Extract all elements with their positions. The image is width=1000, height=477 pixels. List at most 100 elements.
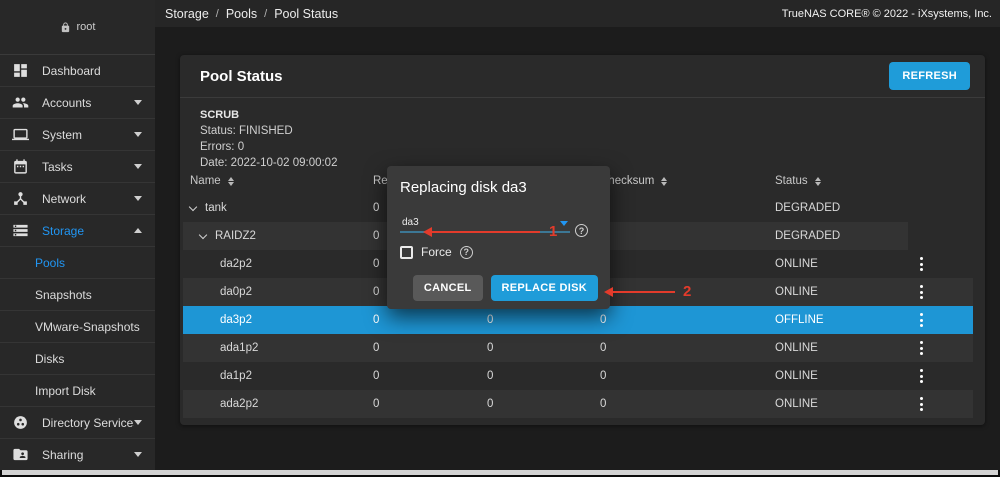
sidebar-item-disks[interactable]: Disks — [0, 343, 155, 375]
sidebar-item-label: Pools — [12, 256, 142, 270]
sidebar-item-label: Accounts — [42, 96, 134, 110]
refresh-button[interactable]: REFRESH — [889, 62, 970, 90]
network-icon — [12, 190, 29, 207]
user-label: root — [77, 21, 96, 33]
row-name: da1p2 — [220, 362, 252, 390]
cancel-button[interactable]: CANCEL — [413, 275, 483, 301]
breadcrumb-pools[interactable]: Pools — [226, 7, 257, 21]
annotation-step-2: 2 — [683, 283, 691, 300]
sidebar-item-accounts[interactable]: Accounts — [0, 87, 155, 119]
dropdown-caret-icon[interactable] — [560, 221, 568, 226]
row-checksum: 0 — [600, 362, 606, 390]
scrub-errors: Errors: 0 — [200, 139, 965, 155]
row-checksum: 0 — [600, 334, 606, 362]
tasks-icon — [12, 158, 29, 175]
sort-icon[interactable] — [661, 177, 667, 186]
sidebar-item-label: VMware-Snapshots — [12, 320, 142, 334]
sidebar-item-directory-services[interactable]: Directory Services — [0, 407, 155, 439]
row-write: 0 — [487, 390, 493, 418]
table-row-ada1p2[interactable]: ada1p2 0 0 0 ONLINE — [183, 334, 973, 362]
breadcrumb-pool-status: Pool Status — [274, 7, 338, 21]
lock-icon — [60, 22, 71, 33]
sidebar-item-system[interactable]: System — [0, 119, 155, 151]
table-row-da3p2[interactable]: da3p2 0 0 0 OFFLINE — [183, 306, 973, 334]
sort-icon[interactable] — [815, 177, 821, 186]
dialog-title: Replacing disk da3 — [400, 179, 598, 196]
chevron-down-icon — [134, 420, 142, 425]
column-header-status[interactable]: Status — [775, 175, 808, 187]
row-name: RAIDZ2 — [215, 230, 256, 242]
sidebar-item-label: Sharing — [42, 448, 134, 462]
sidebar-item-network[interactable]: Network — [0, 183, 155, 215]
sidebar-item-vmware-snapshots[interactable]: VMware-Snapshots — [0, 311, 155, 343]
chevron-down-icon — [134, 196, 142, 201]
page-title: Pool Status — [200, 68, 283, 85]
sidebar-item-label: Import Disk — [12, 384, 142, 398]
row-actions-kebab-icon[interactable] — [911, 278, 931, 306]
scrub-status: Status: FINISHED — [200, 123, 965, 139]
chevron-down-icon[interactable] — [189, 202, 197, 210]
system-icon — [12, 126, 29, 143]
row-actions-kebab-icon[interactable] — [911, 306, 931, 334]
sidebar-item-import-disk[interactable]: Import Disk — [0, 375, 155, 407]
sidebar-item-label: Network — [42, 192, 134, 206]
sort-icon[interactable] — [228, 177, 234, 186]
sidebar-user[interactable]: root — [0, 0, 155, 55]
row-write: 0 — [487, 334, 493, 362]
breadcrumb-separator: / — [216, 8, 219, 20]
dialog-actions: CANCEL REPLACE DISK — [413, 275, 598, 301]
row-checksum: 0 — [600, 306, 606, 334]
chevron-down-icon — [134, 132, 142, 137]
chevron-down-icon[interactable] — [199, 230, 207, 238]
sidebar-item-label: Directory Services — [42, 416, 134, 430]
card-header: Pool Status REFRESH — [180, 55, 985, 98]
row-write: 0 — [487, 306, 493, 334]
force-option: Force ? — [400, 245, 598, 259]
sidebar-item-tasks[interactable]: Tasks — [0, 151, 155, 183]
chevron-down-icon — [134, 164, 142, 169]
table-row-ada2p2[interactable]: ada2p2 0 0 0 ONLINE — [183, 390, 973, 418]
sidebar-item-storage[interactable]: Storage — [0, 215, 155, 247]
row-name: ada2p2 — [220, 390, 258, 418]
status-badge: DEGRADED — [775, 194, 840, 222]
sidebar-item-label: Tasks — [42, 160, 134, 174]
row-actions-kebab-icon[interactable] — [911, 250, 931, 278]
breadcrumb-storage[interactable]: Storage — [165, 7, 209, 21]
topbar: Storage / Pools / Pool Status TrueNAS CO… — [155, 0, 1000, 27]
row-read: 0 — [373, 306, 379, 334]
chevron-down-icon — [134, 100, 142, 105]
sidebar-item-sharing[interactable]: Sharing — [0, 439, 155, 470]
chevron-down-icon — [134, 452, 142, 457]
sidebar: root Dashboard Accounts System Tasks — [0, 0, 155, 470]
row-read: 0 — [373, 278, 379, 306]
brand-text: TrueNAS CORE® © 2022 - iXsystems, Inc. — [782, 8, 992, 20]
replace-disk-button[interactable]: REPLACE DISK — [491, 275, 599, 301]
force-checkbox[interactable] — [400, 246, 413, 259]
row-actions-kebab-icon[interactable] — [911, 334, 931, 362]
row-read: 0 — [373, 362, 379, 390]
row-read: 0 — [373, 250, 379, 278]
row-read: 0 — [373, 334, 379, 362]
help-icon[interactable]: ? — [460, 246, 473, 259]
table-row-da1p2[interactable]: da1p2 0 0 0 ONLINE — [183, 362, 973, 390]
row-checksum: 0 — [600, 390, 606, 418]
row-actions-kebab-icon[interactable] — [911, 390, 931, 418]
column-header-name[interactable]: Name — [190, 175, 221, 187]
chevron-up-icon — [134, 228, 142, 233]
sidebar-item-snapshots[interactable]: Snapshots — [0, 279, 155, 311]
force-label: Force — [421, 245, 452, 259]
row-name: da2p2 — [220, 250, 252, 278]
status-badge: OFFLINE — [775, 306, 824, 334]
row-write: 0 — [487, 362, 493, 390]
accounts-icon — [12, 94, 29, 111]
row-actions-kebab-icon[interactable] — [911, 362, 931, 390]
status-badge: ONLINE — [775, 390, 818, 418]
sidebar-item-label: System — [42, 128, 134, 142]
sidebar-item-label: Storage — [42, 224, 134, 238]
sidebar-item-pools[interactable]: Pools — [0, 247, 155, 279]
sidebar-item-dashboard[interactable]: Dashboard — [0, 55, 155, 87]
help-icon[interactable]: ? — [575, 224, 588, 237]
annotation-arrow-1 — [432, 231, 540, 233]
sharing-icon — [12, 446, 29, 463]
sidebar-nav: Dashboard Accounts System Tasks Network — [0, 55, 155, 470]
